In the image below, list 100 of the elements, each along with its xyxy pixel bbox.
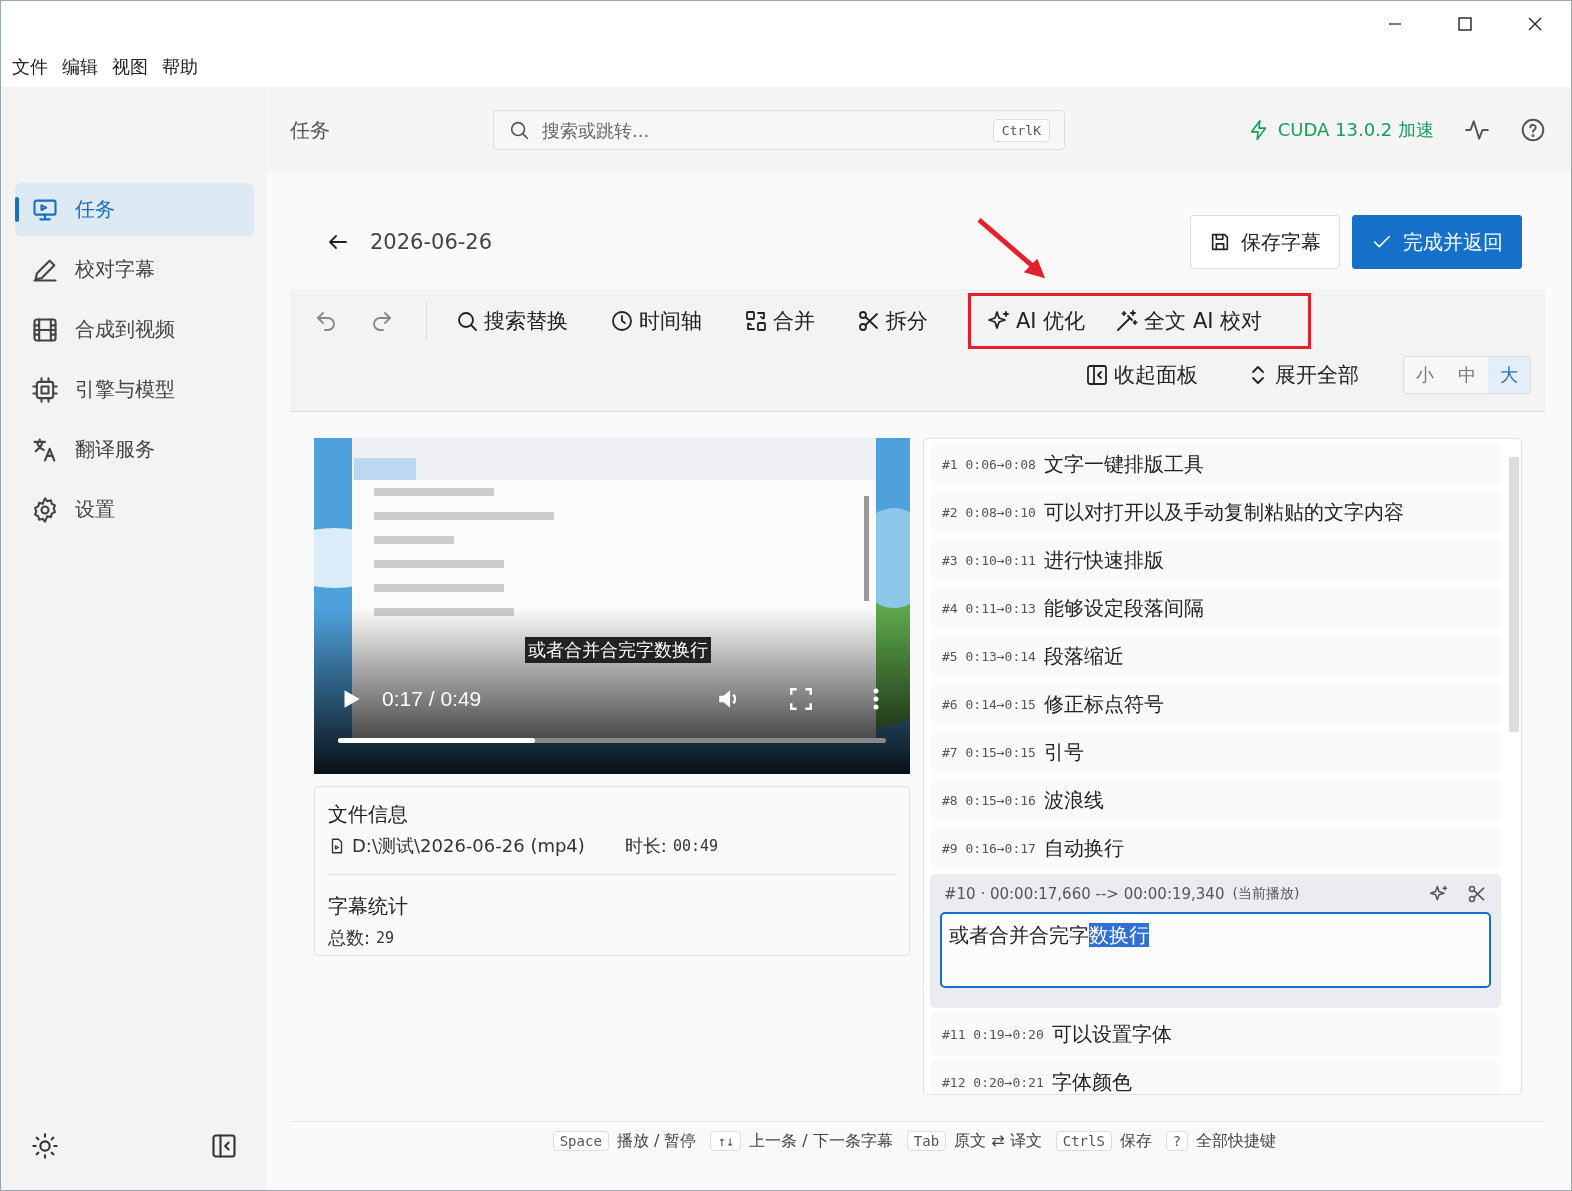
- scrollbar-thumb[interactable]: [1509, 457, 1519, 732]
- finish-button[interactable]: 完成并返回: [1352, 215, 1522, 269]
- subtitle-row[interactable]: #8 0:15→0:16 波浪线: [930, 778, 1501, 822]
- shortcut-key: CtrlK: [992, 118, 1050, 142]
- toolbar-button[interactable]: 时间轴: [602, 303, 710, 339]
- subtitle-row[interactable]: #2 0:08→0:10 可以对打开以及手动复制粘贴的文字内容: [930, 490, 1501, 534]
- fullscreen-icon[interactable]: [788, 686, 814, 712]
- subtitle-row[interactable]: #12 0:20→0:21 字体颜色: [930, 1060, 1501, 1094]
- subtitle-text: 进行快速排版: [1043, 546, 1164, 574]
- subtitle-text: 自动换行: [1043, 834, 1124, 862]
- sidebar-item[interactable]: 翻译服务: [15, 423, 254, 476]
- pulse-icon[interactable]: [1464, 117, 1490, 143]
- sun-icon[interactable]: [31, 1132, 59, 1160]
- editor-title: 2026-06-26: [370, 230, 493, 254]
- grid-icon: [744, 309, 768, 333]
- search-icon: [455, 309, 479, 333]
- maximize-icon[interactable]: [1457, 16, 1473, 32]
- subtitle-row[interactable]: #5 0:13→0:14 段落缩近: [930, 634, 1501, 678]
- subtitle-text: 可以设置字体: [1051, 1020, 1172, 1048]
- toolbar-button[interactable]: 拆分: [849, 303, 936, 339]
- collapse-panel-button[interactable]: 收起面板: [1077, 357, 1206, 393]
- expand-all-button[interactable]: 展开全部: [1238, 357, 1367, 393]
- gpu-status: CUDA 13.0.2 加速: [1277, 118, 1434, 142]
- shortcut-key: Tab: [906, 1131, 947, 1151]
- page-title: 任务: [290, 116, 331, 144]
- clock-icon: [610, 309, 634, 333]
- subtitle-time: #9 0:16→0:17: [942, 840, 1036, 856]
- sidebar-item[interactable]: 设置: [15, 483, 254, 536]
- subtitle-row[interactable]: #9 0:16→0:17 自动换行: [930, 826, 1501, 870]
- subtitle-text: 修正标点符号: [1043, 690, 1164, 718]
- subtitle-row[interactable]: #6 0:14→0:15 修正标点符号: [930, 682, 1501, 726]
- size-option[interactable]: 中: [1446, 357, 1488, 393]
- shortcut-label: 上一条 / 下一条字幕: [749, 1130, 893, 1152]
- menu-item[interactable]: 文件: [12, 55, 48, 79]
- shortcut-key: CtrlS: [1055, 1131, 1112, 1151]
- subtitle-overlay: 或者合并合完字数换行: [525, 637, 711, 663]
- subtitle-time: #1 0:06→0:08: [942, 456, 1036, 472]
- section-title: 文件信息: [328, 801, 409, 828]
- wand-icon: [1115, 309, 1140, 333]
- duration-label: 时长:: [624, 834, 667, 858]
- help-icon[interactable]: [1520, 117, 1546, 143]
- sidebar-item[interactable]: 合成到视频: [15, 303, 254, 356]
- subtitle-row[interactable]: #1 0:06→0:08 文字一键排版工具: [930, 442, 1501, 486]
- subtitle-row[interactable]: #7 0:15→0:15 引号: [930, 730, 1501, 774]
- size-option[interactable]: 小: [1404, 357, 1446, 393]
- redo-icon[interactable]: [370, 309, 394, 333]
- sparkle-icon[interactable]: [1429, 884, 1449, 904]
- sidebar-item[interactable]: 任务: [15, 183, 254, 236]
- search-field[interactable]: 搜索或跳转...: [540, 118, 983, 142]
- save-button[interactable]: 保存字幕: [1190, 215, 1340, 269]
- subtitle-text: 文字一键排版工具: [1043, 450, 1204, 478]
- subtitle-time: #12 0:20→0:21: [942, 1074, 1044, 1090]
- subtitle-row[interactable]: #4 0:11→0:13 能够设定段落间隔: [930, 586, 1501, 630]
- subtitle-text: 能够设定段落间隔: [1043, 594, 1204, 622]
- subtitle-time: #3 0:10→0:11: [942, 552, 1036, 568]
- file-path: D:\测试\2026-06-26 (mp4): [352, 834, 585, 858]
- toolbar-button[interactable]: 搜索替换: [447, 303, 576, 339]
- search-bar[interactable]: 搜索或跳转... CtrlK: [493, 110, 1065, 150]
- subtitle-row[interactable]: #3 0:10→0:11 进行快速排版: [930, 538, 1501, 582]
- subtitle-text: 段落缩近: [1043, 642, 1124, 670]
- subtitle-time: #5 0:13→0:14: [942, 648, 1036, 664]
- undo-icon[interactable]: [314, 309, 338, 333]
- toolbar-button[interactable]: 合并: [736, 303, 823, 339]
- subtitle-time: #7 0:15→0:15: [942, 744, 1036, 760]
- size-option[interactable]: 大: [1488, 357, 1530, 393]
- more-icon[interactable]: [872, 686, 880, 712]
- duration-value: 00:49: [672, 837, 719, 855]
- subtitle-time: #11 0:19→0:20: [942, 1026, 1044, 1042]
- shortcut-label: 全部快捷键: [1196, 1130, 1277, 1152]
- subtitle-text: 可以对打开以及手动复制粘贴的文字内容: [1043, 498, 1404, 526]
- ai-button[interactable]: AI 优化: [979, 303, 1094, 339]
- scissors-icon[interactable]: [1467, 884, 1487, 904]
- subtitle-time: #6 0:14→0:15: [942, 696, 1036, 712]
- sidebar-item[interactable]: 引擎与模型: [15, 363, 254, 416]
- shortcut-label: 播放 / 暂停: [616, 1130, 697, 1152]
- sidebar-item[interactable]: 校对字幕: [15, 243, 254, 296]
- menu-item[interactable]: 帮助: [162, 55, 198, 79]
- shortcut-key: ?: [1165, 1131, 1189, 1151]
- video-time: 0:17 / 0:49: [382, 687, 482, 711]
- sidebar-toggle-icon[interactable]: [210, 1132, 238, 1160]
- section-title: 字幕统计: [328, 893, 409, 920]
- film-icon: [31, 315, 59, 344]
- ai-button[interactable]: 全文 AI 校对: [1107, 303, 1271, 339]
- menu-item[interactable]: 视图: [112, 55, 148, 79]
- subtitle-row[interactable]: #11 0:19→0:20 可以设置字体: [930, 1012, 1501, 1056]
- gear-icon: [31, 495, 59, 524]
- subtitle-text: 引号: [1043, 738, 1084, 766]
- scissors-icon: [857, 309, 881, 333]
- menu-item[interactable]: 编辑: [62, 55, 98, 79]
- progress-track[interactable]: [338, 738, 886, 743]
- subtitle-input[interactable]: 或者合并合完字数换行: [940, 912, 1491, 988]
- subtitle-time: #2 0:08→0:10: [942, 504, 1036, 520]
- shortcut-key: ↑↓: [710, 1131, 742, 1151]
- chip-icon: [31, 375, 59, 404]
- close-icon[interactable]: [1527, 16, 1543, 32]
- subtitle-time: #4 0:11→0:13: [942, 600, 1036, 616]
- total-value: 29: [376, 929, 395, 947]
- search-icon: [508, 119, 530, 141]
- shortcut-key: Space: [552, 1131, 609, 1151]
- shortcut-label: 保存: [1119, 1130, 1152, 1152]
